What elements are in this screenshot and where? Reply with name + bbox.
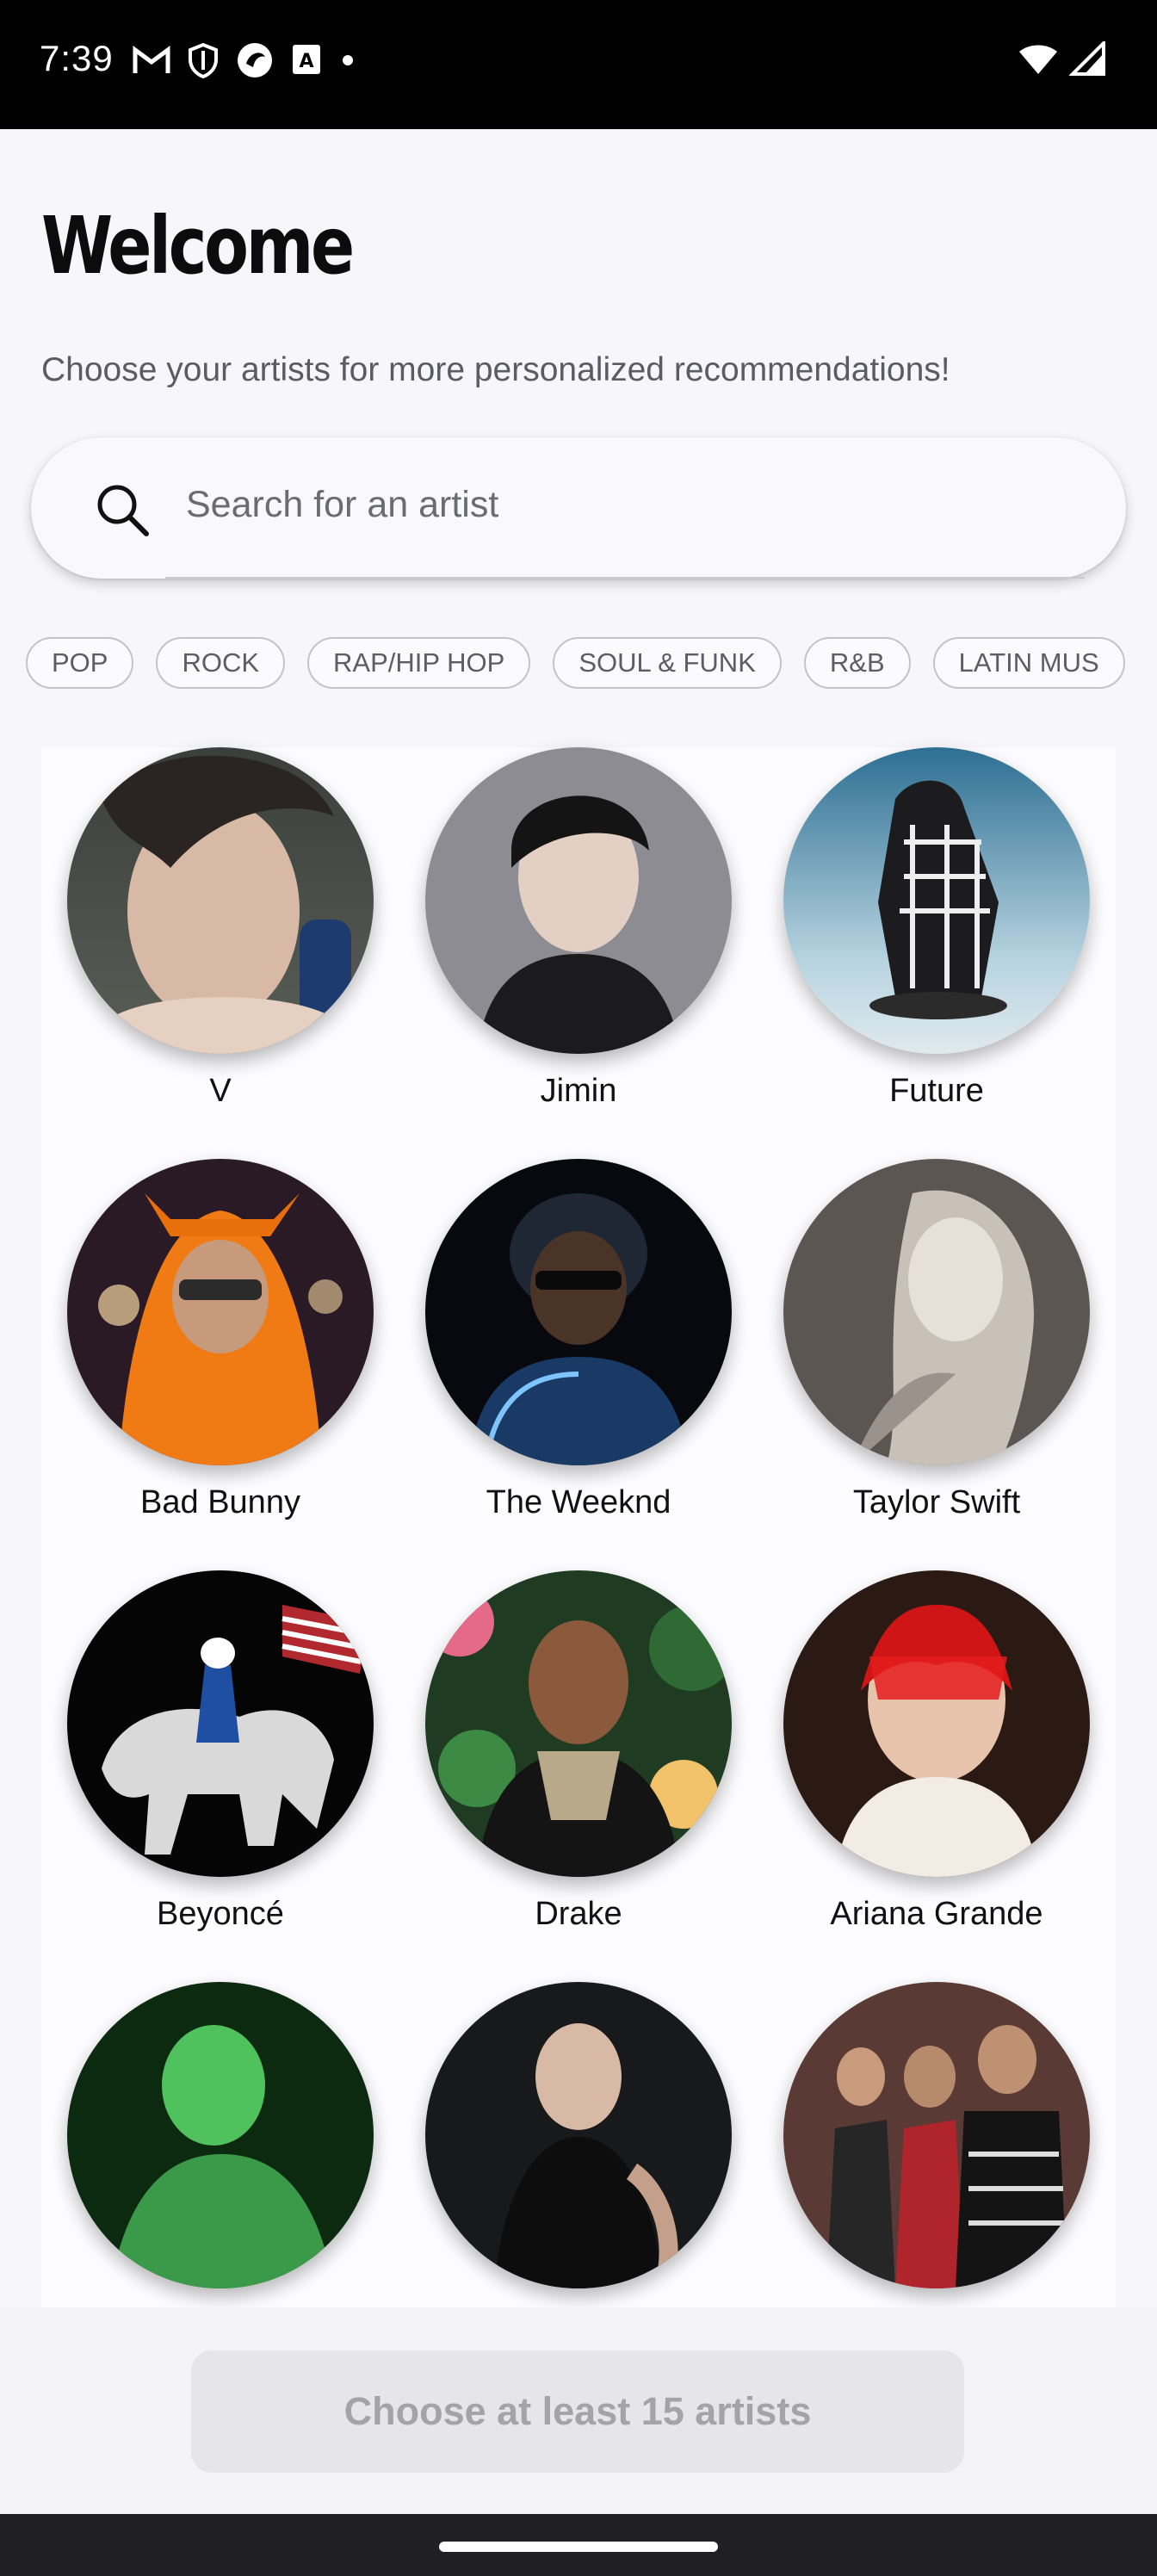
dot-icon — [339, 52, 356, 69]
status-bar: 7:39 A — [0, 0, 1157, 129]
search-underline — [165, 577, 1085, 579]
system-icons — [1018, 39, 1105, 80]
status-time: 7:39 — [40, 38, 114, 78]
artist-avatar[interactable] — [67, 1982, 374, 2288]
artist-card[interactable]: Jimin — [425, 747, 732, 1110]
genre-chip-rock[interactable]: ROCK — [156, 637, 286, 689]
artist-name: V — [209, 1073, 232, 1109]
home-indicator[interactable] — [439, 2542, 718, 2552]
signal-icon — [1068, 39, 1105, 80]
gmail-icon — [133, 46, 170, 75]
artist-grid: V Jimin Future Bad Bunny The Weeknd Tayl… — [41, 747, 1116, 2307]
artist-card[interactable]: V — [67, 747, 374, 1110]
artist-card[interactable]: Ariana Grande — [783, 1570, 1090, 1933]
artist-avatar[interactable] — [783, 747, 1090, 1054]
genre-chip-rnb[interactable]: R&B — [803, 637, 911, 689]
artist-card[interactable]: Taylor Swift — [783, 1159, 1090, 1521]
artist-avatar[interactable] — [783, 1159, 1090, 1465]
genre-chips: POP ROCK RAP/HIP HOP SOUL & FUNK R&B LAT… — [26, 637, 1125, 692]
page-subtitle: Choose your artists for more personalize… — [41, 351, 950, 388]
artist-name: Bad Bunny — [140, 1484, 300, 1520]
artist-name: Ariana Grande — [830, 1896, 1043, 1932]
notification-icons: A — [133, 41, 356, 79]
artist-card[interactable]: Drake — [425, 1570, 732, 1933]
artist-name: Drake — [535, 1896, 622, 1932]
artist-name: Taylor Swift — [852, 1484, 1021, 1520]
artist-name: Future — [889, 1073, 984, 1109]
bottom-action-area: Choose at least 15 artists — [0, 2307, 1157, 2514]
artist-card[interactable] — [783, 1982, 1090, 2307]
shield-icon — [188, 42, 219, 78]
artist-name: Jimin — [540, 1073, 617, 1109]
text-icon: A — [291, 43, 322, 77]
artist-avatar[interactable] — [783, 1570, 1090, 1877]
wifi-icon — [1018, 41, 1059, 80]
genre-chip-rap-hip-hop[interactable]: RAP/HIP HOP — [307, 637, 531, 689]
artist-avatar[interactable] — [425, 1570, 732, 1877]
artist-avatar[interactable] — [67, 1570, 374, 1877]
artist-card[interactable]: Bad Bunny — [67, 1159, 374, 1521]
genre-chip-soul-funk[interactable]: SOUL & FUNK — [553, 637, 782, 689]
artist-card[interactable]: The Weeknd — [425, 1159, 732, 1521]
search-icon — [93, 480, 152, 543]
app-icon — [236, 41, 274, 79]
search-bar[interactable]: Search for an artist — [31, 437, 1126, 579]
artist-avatar[interactable] — [425, 747, 732, 1054]
continue-button[interactable]: Choose at least 15 artists — [191, 2350, 964, 2473]
artist-avatar[interactable] — [425, 1982, 732, 2288]
svg-text:A: A — [299, 51, 313, 72]
genre-chip-latin[interactable]: LATIN MUS — [932, 637, 1125, 689]
artist-name: The Weeknd — [486, 1484, 671, 1520]
artist-card[interactable] — [67, 1982, 374, 2307]
artist-avatar[interactable] — [425, 1159, 732, 1465]
search-input[interactable]: Search for an artist — [186, 484, 498, 526]
artist-card[interactable]: Future — [783, 747, 1090, 1110]
artist-avatar[interactable] — [67, 747, 374, 1054]
artist-card[interactable] — [425, 1982, 732, 2307]
artist-avatar[interactable] — [67, 1159, 374, 1465]
artist-name: Beyoncé — [157, 1896, 284, 1932]
artist-card[interactable]: Beyoncé — [67, 1570, 374, 1933]
screen: 7:39 A Welcome Choose your artists for m… — [0, 0, 1157, 2576]
artist-avatar[interactable] — [783, 1982, 1090, 2288]
genre-chip-pop[interactable]: POP — [26, 637, 134, 689]
page-title: Welcome — [41, 200, 355, 292]
